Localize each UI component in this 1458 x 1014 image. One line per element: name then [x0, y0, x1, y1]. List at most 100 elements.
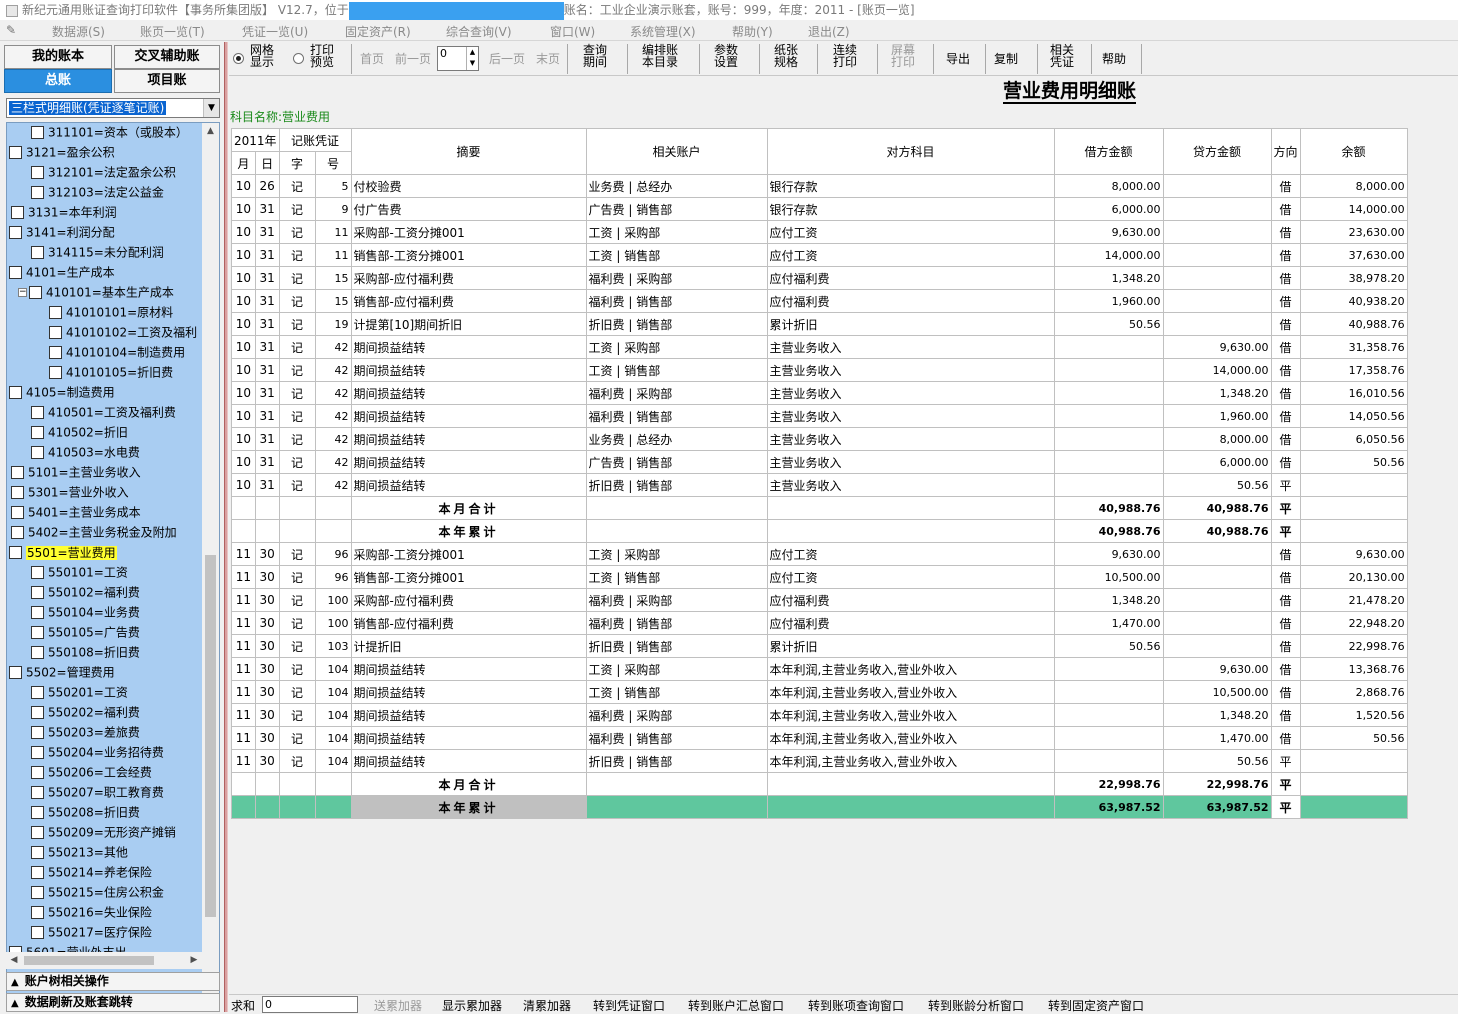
prev-page-button[interactable]: 前一页	[393, 44, 433, 74]
goto-aging-window-button[interactable]: 转到账龄分析窗口	[928, 997, 1024, 1014]
tree-node-checkbox[interactable]	[31, 426, 44, 439]
summary-row[interactable]: 本月合计 22,998.76 22,998.76 平	[231, 772, 1408, 796]
related-voucher-button[interactable]: 相关 凭证	[1047, 44, 1077, 74]
tree-node[interactable]: 41010105=折旧费	[49, 362, 173, 382]
tab-my-ledger[interactable]: 我的账本	[4, 45, 112, 69]
tree-node[interactable]: 5101=主营业务收入	[11, 462, 141, 482]
tree-vertical-scrollbar[interactable]: ▲ ▼	[202, 123, 219, 997]
table-row[interactable]: 10 31 记 42 期间损益结转 福利费 | 销售部 主营业务收入 1,960.00 借 14,…	[231, 404, 1408, 428]
tab-cross-aux[interactable]: 交叉辅助账	[114, 45, 220, 69]
table-row[interactable]: 11 30 记 104 期间损益结转 折旧费 | 销售部 本年利润,主营业务收入,营业外收入…	[231, 749, 1408, 773]
help-button[interactable]: 帮助	[1099, 44, 1129, 74]
tree-node[interactable]: 3131=本年利润	[11, 202, 117, 222]
menu-data-source[interactable]: 数据源(S)	[52, 23, 105, 40]
page-number-stepper[interactable]: 0 ▲ ▼	[437, 46, 479, 71]
tree-node[interactable]: 550105=广告费	[31, 622, 140, 642]
table-row[interactable]: 10 31 记 15 销售部-应付福利费 福利费 | 销售部 应付福利费 1,960.00 借 4…	[231, 289, 1408, 313]
tree-node-checkbox[interactable]	[31, 706, 44, 719]
document-icon[interactable]: ✎	[6, 23, 20, 37]
tree-node-checkbox[interactable]	[49, 346, 62, 359]
tree-node[interactable]: 550207=职工教育费	[31, 782, 164, 802]
account-tree[interactable]: ▲ ▼ 311101=资本（或股本） − 3121=盈余公积 312101=法定盈余公…	[6, 122, 220, 998]
tree-node[interactable]: 550102=福利费	[31, 582, 140, 602]
table-row[interactable]: 11 30 记 104 期间损益结转 工资 | 采购部 本年利润,主营业务收入,营业外收入 9…	[231, 657, 1408, 681]
tree-node[interactable]: 550108=折旧费	[31, 642, 140, 662]
tree-node-checkbox[interactable]	[49, 366, 62, 379]
table-row[interactable]: 11 30 记 100 销售部-应付福利费 福利费 | 销售部 应付福利费 1,470.00 借…	[231, 611, 1408, 635]
tab-general-ledger[interactable]: 总账	[4, 69, 112, 93]
tree-node-checkbox[interactable]	[31, 626, 44, 639]
tree-node-checkbox[interactable]	[49, 306, 62, 319]
tree-node[interactable]: 550206=工会经费	[31, 762, 152, 782]
table-row[interactable]: 10 31 记 42 期间损益结转 福利费 | 采购部 主营业务收入 1,348.20 借 16,…	[231, 381, 1408, 405]
tree-node[interactable]: 550104=业务费	[31, 602, 140, 622]
menu-vouchers[interactable]: 凭证一览(U)	[242, 23, 308, 40]
scroll-up-icon[interactable]: ▲	[202, 123, 219, 140]
menu-query[interactable]: 综合查询(V)	[446, 23, 512, 40]
clear-accumulator-button[interactable]: 清累加器	[523, 997, 571, 1014]
tree-node[interactable]: − 4105=制造费用	[7, 382, 115, 402]
goto-summary-window-button[interactable]: 转到账户汇总窗口	[688, 997, 784, 1014]
tree-node[interactable]: 41010101=原材料	[49, 302, 173, 322]
tree-node-checkbox[interactable]	[31, 806, 44, 819]
tree-node-checkbox[interactable]	[9, 226, 22, 239]
goto-fixed-assets-window-button[interactable]: 转到固定资产窗口	[1048, 997, 1144, 1014]
tree-node-checkbox[interactable]	[31, 406, 44, 419]
export-button[interactable]: 导出	[943, 44, 973, 74]
table-row[interactable]: 10 31 记 42 期间损益结转 工资 | 销售部 主营业务收入 14,000.00 借 17,…	[231, 358, 1408, 382]
tree-node-checkbox[interactable]	[9, 546, 22, 559]
tree-collapse-icon[interactable]: −	[18, 288, 27, 297]
edit-index-button[interactable]: 编排账 本目录	[635, 44, 685, 74]
tree-node-checkbox[interactable]	[31, 586, 44, 599]
summary-row[interactable]: 本年累计 40,988.76 40,988.76 平	[231, 519, 1408, 543]
tree-node-checkbox[interactable]	[31, 686, 44, 699]
tree-node[interactable]: 550202=福利费	[31, 702, 140, 722]
ledger-type-select[interactable]: 三栏式明细账(凭证逐笔记账) ▼	[6, 98, 220, 118]
first-page-button[interactable]: 首页	[357, 44, 387, 74]
tree-node-checkbox[interactable]	[9, 666, 22, 679]
tree-node-checkbox[interactable]	[31, 186, 44, 199]
tree-collapse-icon[interactable]: −	[6, 228, 7, 237]
tree-node-checkbox[interactable]	[31, 846, 44, 859]
tree-node-checkbox[interactable]	[11, 526, 24, 539]
tree-node[interactable]: − 5501=营业费用	[7, 542, 117, 562]
tree-node[interactable]: 5401=主营业务成本	[11, 502, 141, 522]
table-row[interactable]: 11 30 记 103 计提折旧 折旧费 | 销售部 累计折旧 50.56 借 22,998.76	[231, 634, 1408, 658]
table-row[interactable]: 10 31 记 42 期间损益结转 广告费 | 销售部 主营业务收入 6,000.00 借 50.…	[231, 450, 1408, 474]
table-row[interactable]: 10 31 记 19 计提第[10]期间折旧 折旧费 | 销售部 累计折旧 50.56 借 40,…	[231, 312, 1408, 336]
tree-node[interactable]: 550216=失业保险	[31, 902, 152, 922]
menu-ledger-pages[interactable]: 账页一览(T)	[140, 23, 205, 40]
params-button[interactable]: 参数 设置	[711, 44, 741, 74]
chevron-down-icon[interactable]: ▼	[203, 99, 219, 117]
tree-node[interactable]: 550215=住房公积金	[31, 882, 164, 902]
table-row[interactable]: 10 31 记 11 销售部-工资分摊001 工资 | 销售部 应付工资 14,000.00 借…	[231, 243, 1408, 267]
tree-node[interactable]: 550204=业务招待费	[31, 742, 164, 762]
tree-node-checkbox[interactable]	[31, 126, 44, 139]
tree-collapse-icon[interactable]: −	[6, 668, 7, 677]
tree-node-checkbox[interactable]	[49, 326, 62, 339]
grid-show-label[interactable]: 网格 显示	[247, 44, 277, 74]
tree-node-checkbox[interactable]	[31, 446, 44, 459]
ledger-table[interactable]: 2011年 记账凭证 摘要 相关账户 对方科目 借方金额 贷方金额 方向 余额 …	[231, 128, 1408, 819]
table-row[interactable]: 10 31 记 9 付广告费 广告费 | 销售部 银行存款 6,000.00 借 14,000.0…	[231, 197, 1408, 221]
tree-node[interactable]: 550217=医疗保险	[31, 922, 152, 942]
menu-help[interactable]: 帮助(Y)	[732, 23, 773, 40]
tree-node-checkbox[interactable]	[31, 606, 44, 619]
tree-node[interactable]: − 4101=生产成本	[6, 262, 115, 282]
table-row[interactable]: 11 30 记 100 采购部-应付福利费 福利费 | 采购部 应付福利费 1,348.20 借…	[231, 588, 1408, 612]
spin-arrows-icon[interactable]: ▲ ▼	[466, 47, 478, 70]
paper-size-button[interactable]: 纸张 规格	[771, 44, 801, 74]
scroll-left-icon[interactable]: ◀	[6, 952, 22, 969]
tree-node[interactable]: 550208=折旧费	[31, 802, 140, 822]
tree-node-checkbox[interactable]	[31, 246, 44, 259]
panel-data-refresh[interactable]: ▲ 数据刷新及账套跳转	[6, 993, 220, 1012]
tree-node-checkbox[interactable]	[11, 506, 24, 519]
tree-node[interactable]: 550201=工资	[31, 682, 128, 702]
tree-node[interactable]: 550209=无形资产摊销	[31, 822, 176, 842]
tree-node[interactable]: − 3141=利润分配	[6, 222, 115, 242]
tree-node[interactable]: 312103=法定公益金	[31, 182, 164, 202]
tree-node[interactable]: 550213=其他	[31, 842, 128, 862]
tree-collapse-icon[interactable]: −	[6, 268, 7, 277]
tree-node[interactable]: 311101=资本（或股本）	[31, 123, 188, 142]
menu-system[interactable]: 系统管理(X)	[630, 23, 696, 40]
